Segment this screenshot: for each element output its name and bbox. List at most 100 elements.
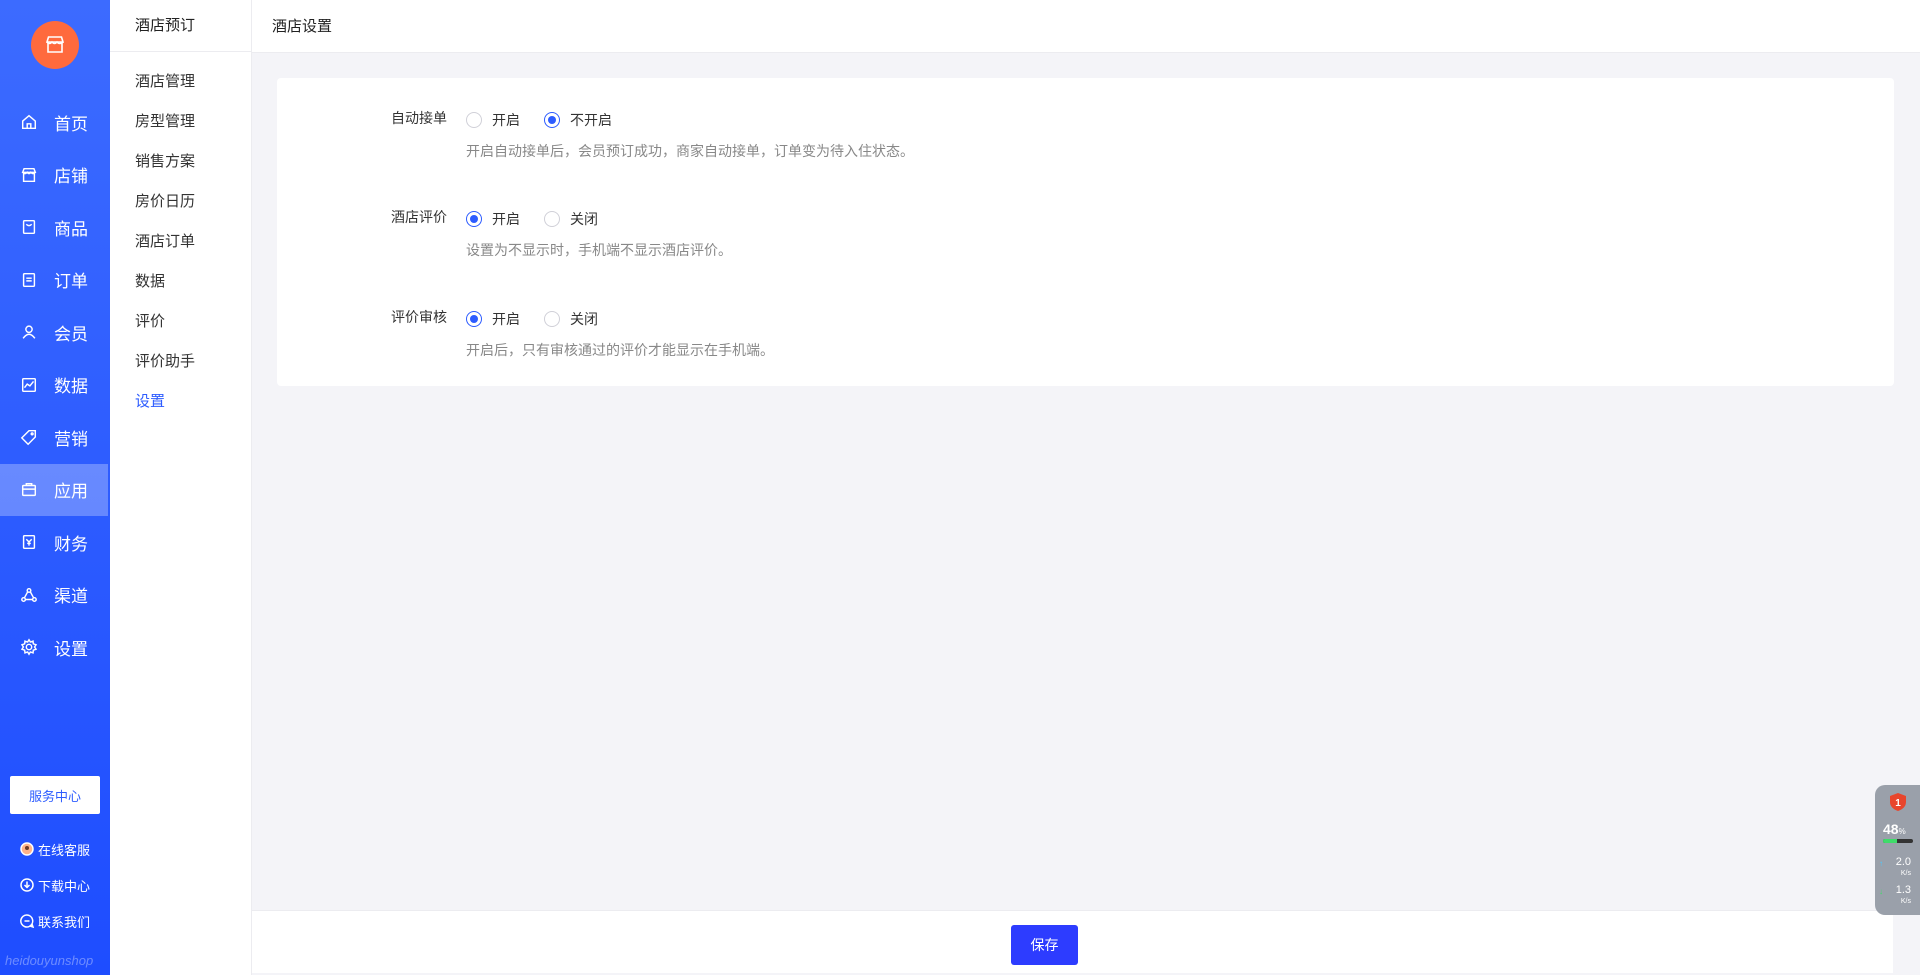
secondary-sidebar: 酒店预订 酒店管理 房型管理 销售方案 房价日历 酒店订单 数据 评价 评价助手 设置 bbox=[110, 0, 252, 975]
nav-item-channel[interactable]: 渠道 bbox=[0, 569, 110, 622]
subbar-item[interactable]: 设置 bbox=[110, 382, 251, 422]
service-center-button[interactable]: 服务中心 bbox=[10, 776, 100, 814]
radio-label: 关闭 bbox=[570, 311, 598, 327]
subbar-item[interactable]: 数据 bbox=[110, 262, 251, 302]
home-icon bbox=[20, 113, 38, 131]
setting-hint: 设置为不显示时，手机端不显示酒店评价。 bbox=[466, 242, 732, 258]
shield-badge: 1 bbox=[1895, 798, 1901, 809]
radio-group: 开启 关闭 bbox=[466, 309, 622, 329]
nav-item-label: 订单 bbox=[54, 272, 88, 292]
radio-option[interactable]: 关闭 bbox=[544, 309, 598, 329]
nav-item-label: 首页 bbox=[54, 114, 88, 134]
setting-hint: 开启自动接单后，会员预订成功，商家自动接单，订单变为待入住状态。 bbox=[466, 143, 914, 159]
shield-icon: 1 bbox=[1890, 793, 1906, 811]
sidebar-links: 在线客服下载中心联系我们 bbox=[0, 831, 110, 939]
radio-circle-icon[interactable] bbox=[544, 311, 560, 327]
radio-label: 关闭 bbox=[570, 211, 598, 227]
radio-circle-icon[interactable] bbox=[466, 211, 482, 227]
nav-item-label: 营销 bbox=[54, 429, 88, 449]
nav-item-gear[interactable]: 设置 bbox=[0, 621, 110, 674]
nav-item-label: 财务 bbox=[54, 534, 88, 554]
sidebar-link-download[interactable]: 下载中心 bbox=[0, 867, 110, 903]
upload-value: 2.0 bbox=[1895, 856, 1911, 868]
sidebar-link-label: 下载中心 bbox=[38, 878, 91, 894]
setting-label: 酒店评价 bbox=[391, 209, 447, 225]
watermark: heidouyunshop bbox=[5, 953, 94, 968]
cpu-bar bbox=[1883, 839, 1913, 843]
page-title: 酒店设置 bbox=[272, 18, 333, 35]
radio-circle-icon[interactable] bbox=[466, 311, 482, 327]
footer-bar: 保存 bbox=[252, 910, 1893, 973]
setting-label: 评价审核 bbox=[391, 309, 447, 325]
subbar-title: 酒店预订 bbox=[110, 0, 251, 52]
nav-item-order[interactable]: 订单 bbox=[0, 254, 110, 307]
subbar-item[interactable]: 酒店管理 bbox=[110, 62, 251, 102]
nav-item-user[interactable]: 会员 bbox=[0, 306, 110, 359]
order-icon bbox=[20, 271, 38, 289]
nav-item-finance[interactable]: 财务 bbox=[0, 516, 110, 569]
subbar-menu: 酒店管理 房型管理 销售方案 房价日历 酒店订单 数据 评价 评价助手 设置 bbox=[110, 52, 251, 422]
upload-speed: 2.0 K/s bbox=[1881, 857, 1911, 879]
subbar-item[interactable]: 评价 bbox=[110, 302, 251, 342]
nav-item-label: 设置 bbox=[54, 639, 88, 659]
nav-item-tag[interactable]: 营销 bbox=[0, 411, 110, 464]
sidebar-link-avatar[interactable]: 在线客服 bbox=[0, 831, 110, 867]
channel-icon bbox=[20, 586, 38, 604]
nav-item-label: 店铺 bbox=[54, 167, 88, 187]
nav-item-label: 应用 bbox=[54, 482, 88, 502]
goods-icon bbox=[20, 218, 38, 236]
subbar-item[interactable]: 酒店订单 bbox=[110, 222, 251, 262]
app-icon bbox=[20, 481, 38, 499]
nav-item-app[interactable]: 应用 bbox=[0, 463, 108, 516]
setting-hint: 开启后，只有审核通过的评价才能显示在手机端。 bbox=[466, 342, 774, 358]
store-logo-icon[interactable] bbox=[31, 21, 79, 69]
download-speed: 1.3 K/s bbox=[1881, 885, 1911, 907]
nav-item-shop[interactable]: 店铺 bbox=[0, 149, 110, 202]
gear-icon bbox=[20, 638, 38, 656]
radio-option[interactable]: 开启 bbox=[466, 309, 520, 329]
cpu-usage: 48% bbox=[1883, 821, 1906, 837]
page-header: 酒店设置 bbox=[252, 0, 1920, 53]
radio-circle-icon[interactable] bbox=[544, 211, 560, 227]
system-monitor-widget[interactable]: 1 48% ↑ 2.0 K/s ↓ 1.3 K/s bbox=[1875, 785, 1920, 915]
upload-unit: K/s bbox=[1900, 870, 1911, 877]
radio-option[interactable]: 不开启 bbox=[544, 110, 612, 130]
nav-item-label: 渠道 bbox=[54, 587, 88, 607]
radio-option[interactable]: 开启 bbox=[466, 110, 520, 130]
avatar-icon bbox=[20, 842, 34, 856]
nav-item-label: 会员 bbox=[54, 324, 88, 344]
chart-icon bbox=[20, 376, 38, 394]
radio-circle-icon[interactable] bbox=[544, 112, 560, 128]
save-button[interactable]: 保存 bbox=[1011, 925, 1078, 965]
setting-label: 自动接单 bbox=[391, 110, 447, 126]
download-icon bbox=[20, 878, 34, 892]
radio-option[interactable]: 关闭 bbox=[544, 209, 598, 229]
download-value: 1.3 bbox=[1895, 884, 1911, 896]
nav-item-home[interactable]: 首页 bbox=[0, 96, 110, 149]
radio-label: 不开启 bbox=[570, 112, 612, 128]
radio-label: 开启 bbox=[492, 112, 520, 128]
nav-item-chart[interactable]: 数据 bbox=[0, 359, 110, 412]
sidebar-link-label: 在线客服 bbox=[38, 842, 91, 858]
radio-option[interactable]: 开启 bbox=[466, 209, 520, 229]
main-nav: 首页店铺商品订单会员数据营销应用财务渠道设置 bbox=[0, 96, 110, 674]
sidebar-link-chat[interactable]: 联系我们 bbox=[0, 903, 110, 939]
chat-icon bbox=[20, 914, 34, 928]
subbar-item[interactable]: 评价助手 bbox=[110, 342, 251, 382]
settings-card: 自动接单 开启 不开启 开启自动接单后，会员预订成功，商家自动接单，订单变为待入住状态… bbox=[277, 78, 1894, 386]
cpu-value: 48 bbox=[1883, 821, 1899, 837]
download-unit: K/s bbox=[1900, 898, 1911, 905]
finance-icon bbox=[20, 533, 38, 551]
user-icon bbox=[20, 323, 38, 341]
subbar-item[interactable]: 房价日历 bbox=[110, 182, 251, 222]
subbar-item[interactable]: 房型管理 bbox=[110, 102, 251, 142]
radio-group: 开启 关闭 bbox=[466, 209, 622, 229]
subbar-item[interactable]: 销售方案 bbox=[110, 142, 251, 182]
nav-item-label: 商品 bbox=[54, 219, 88, 239]
radio-label: 开启 bbox=[492, 211, 520, 227]
nav-item-goods[interactable]: 商品 bbox=[0, 201, 110, 254]
shop-icon bbox=[20, 166, 38, 184]
radio-label: 开启 bbox=[492, 311, 520, 327]
sidebar-link-label: 联系我们 bbox=[38, 914, 91, 930]
radio-circle-icon[interactable] bbox=[466, 112, 482, 128]
